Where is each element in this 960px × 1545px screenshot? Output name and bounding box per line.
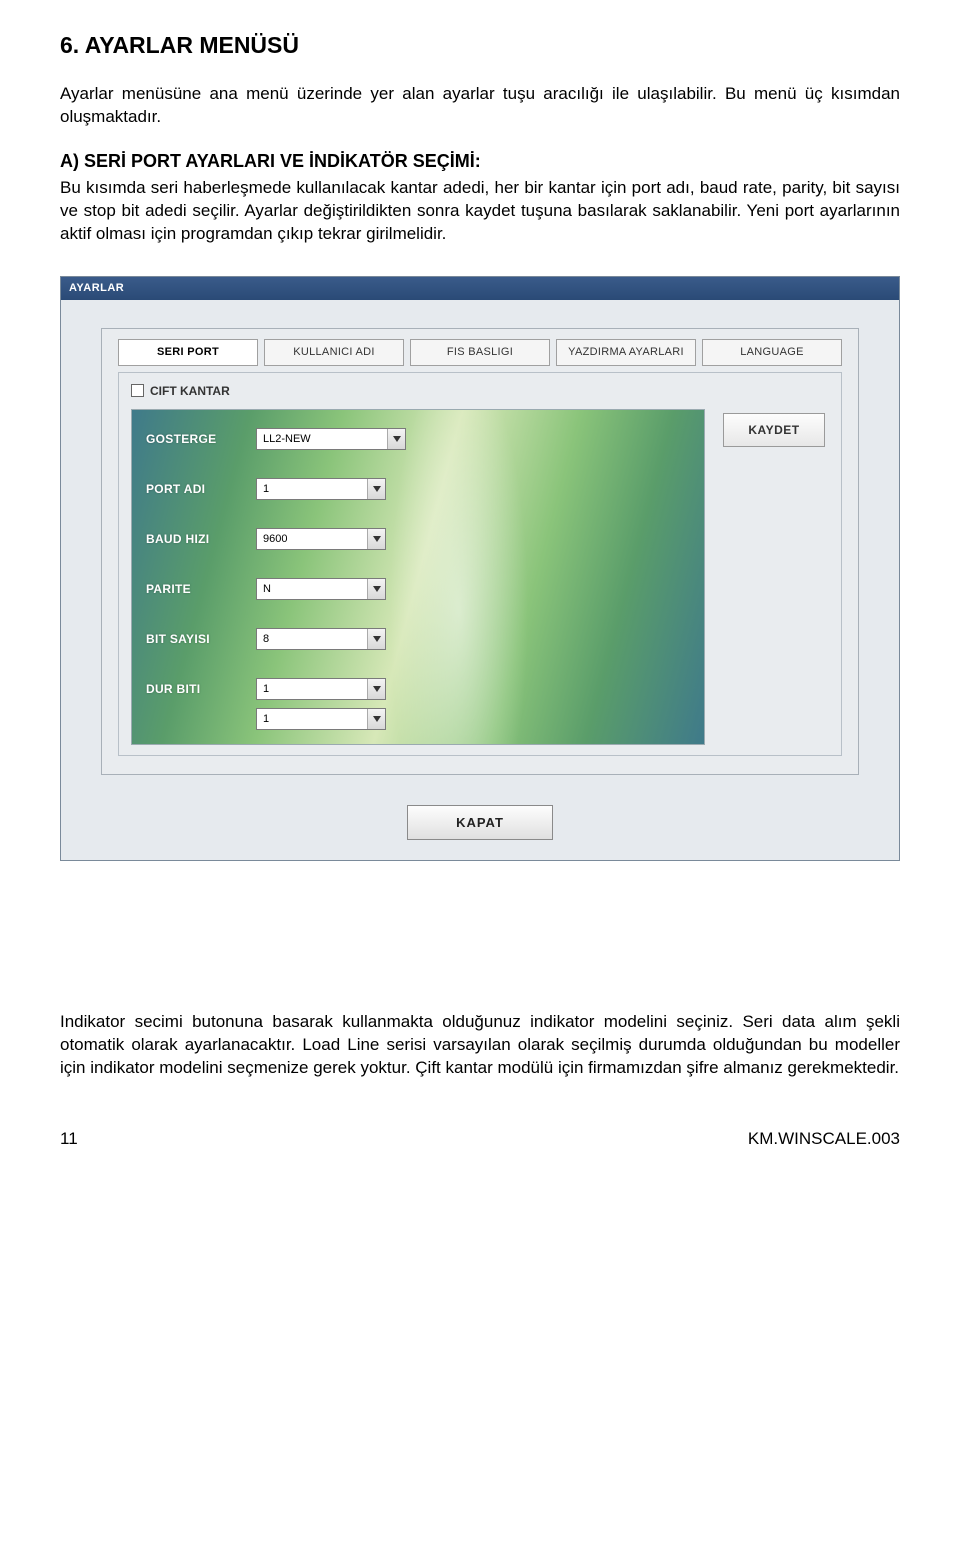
- fields-column: GOSTERGE LL2-NEW PORT ADI 1: [131, 409, 705, 745]
- doc-code: KM.WINSCALE.003: [748, 1128, 900, 1151]
- label-port-adi: PORT ADI: [146, 481, 256, 497]
- label-parite: PARITE: [146, 581, 256, 597]
- value-gosterge: LL2-NEW: [257, 429, 387, 449]
- row-dur-biti: DUR BITI 1: [146, 678, 690, 700]
- select-extra[interactable]: 1: [256, 708, 386, 730]
- window-body: SERI PORT KULLANICI ADI FIS BASLIGI YAZD…: [61, 300, 899, 861]
- tabs-row: SERI PORT KULLANICI ADI FIS BASLIGI YAZD…: [102, 329, 858, 366]
- value-dur-biti: 1: [257, 679, 367, 699]
- intro-paragraph: Ayarlar menüsüne ana menü üzerinde yer a…: [60, 83, 900, 129]
- embedded-screenshot: AYARLAR SERI PORT KULLANICI ADI FIS BASL…: [60, 276, 900, 861]
- body-paragraph-1: Bu kısımda seri haberleşmede kullanılaca…: [60, 177, 900, 246]
- cift-kantar-checkbox[interactable]: [131, 384, 144, 397]
- select-bit-sayisi[interactable]: 8: [256, 628, 386, 650]
- fields-shell: GOSTERGE LL2-NEW PORT ADI 1: [119, 405, 841, 755]
- chevron-down-icon: [367, 709, 385, 729]
- body-paragraph-2: Indikator secimi butonuna basarak kullan…: [60, 1011, 900, 1080]
- main-panel: SERI PORT KULLANICI ADI FIS BASLIGI YAZD…: [101, 328, 859, 775]
- row-baud-hizi: BAUD HIZI 9600: [146, 528, 690, 550]
- chevron-down-icon: [367, 629, 385, 649]
- tab-fis-basligi[interactable]: FIS BASLIGI: [410, 339, 550, 366]
- select-baud-hizi[interactable]: 9600: [256, 528, 386, 550]
- tab-yazdirma-ayarlari[interactable]: YAZDIRMA AYARLARI: [556, 339, 696, 366]
- row-gosterge: GOSTERGE LL2-NEW: [146, 428, 690, 450]
- chevron-down-icon: [367, 529, 385, 549]
- select-port-adi[interactable]: 1: [256, 478, 386, 500]
- value-bit-sayisi: 8: [257, 629, 367, 649]
- label-gosterge: GOSTERGE: [146, 431, 256, 447]
- row-port-adi: PORT ADI 1: [146, 478, 690, 500]
- select-dur-biti[interactable]: 1: [256, 678, 386, 700]
- kapat-button[interactable]: KAPAT: [407, 805, 553, 841]
- value-port-adi: 1: [257, 479, 367, 499]
- window-title-bar: AYARLAR: [61, 277, 899, 300]
- subsection-heading: A) SERİ PORT AYARLARI VE İNDİKATÖR SEÇİM…: [60, 149, 900, 173]
- row-bit-sayisi: BIT SAYISI 8: [146, 628, 690, 650]
- chevron-down-icon: [367, 579, 385, 599]
- label-dur-biti: DUR BITI: [146, 681, 256, 697]
- cift-kantar-label: CIFT KANTAR: [150, 383, 230, 399]
- tab-kullanici-adi[interactable]: KULLANICI ADI: [264, 339, 404, 366]
- row-extra: 1: [146, 708, 690, 730]
- chevron-down-icon: [387, 429, 405, 449]
- section-heading: 6. AYARLAR MENÜSÜ: [60, 30, 900, 61]
- page-footer: 11 KM.WINSCALE.003: [60, 1128, 900, 1151]
- settings-window: AYARLAR SERI PORT KULLANICI ADI FIS BASL…: [60, 276, 900, 861]
- label-baud-hizi: BAUD HIZI: [146, 531, 256, 547]
- select-parite[interactable]: N: [256, 578, 386, 600]
- label-bit-sayisi: BIT SAYISI: [146, 631, 256, 647]
- save-column: KAYDET: [705, 409, 825, 447]
- cift-kantar-row: CIFT KANTAR: [119, 373, 841, 405]
- page-number: 11: [60, 1128, 78, 1151]
- value-extra: 1: [257, 709, 367, 729]
- close-row: KAPAT: [101, 775, 859, 841]
- tab-language[interactable]: LANGUAGE: [702, 339, 842, 366]
- chevron-down-icon: [367, 479, 385, 499]
- select-gosterge[interactable]: LL2-NEW: [256, 428, 406, 450]
- tab-content-panel: CIFT KANTAR GOSTERGE LL2-NEW: [118, 372, 842, 756]
- chevron-down-icon: [367, 679, 385, 699]
- value-parite: N: [257, 579, 367, 599]
- window-title: AYARLAR: [69, 282, 124, 294]
- value-baud-hizi: 9600: [257, 529, 367, 549]
- kaydet-button[interactable]: KAYDET: [723, 413, 825, 447]
- tab-seri-port[interactable]: SERI PORT: [118, 339, 258, 366]
- row-parite: PARITE N: [146, 578, 690, 600]
